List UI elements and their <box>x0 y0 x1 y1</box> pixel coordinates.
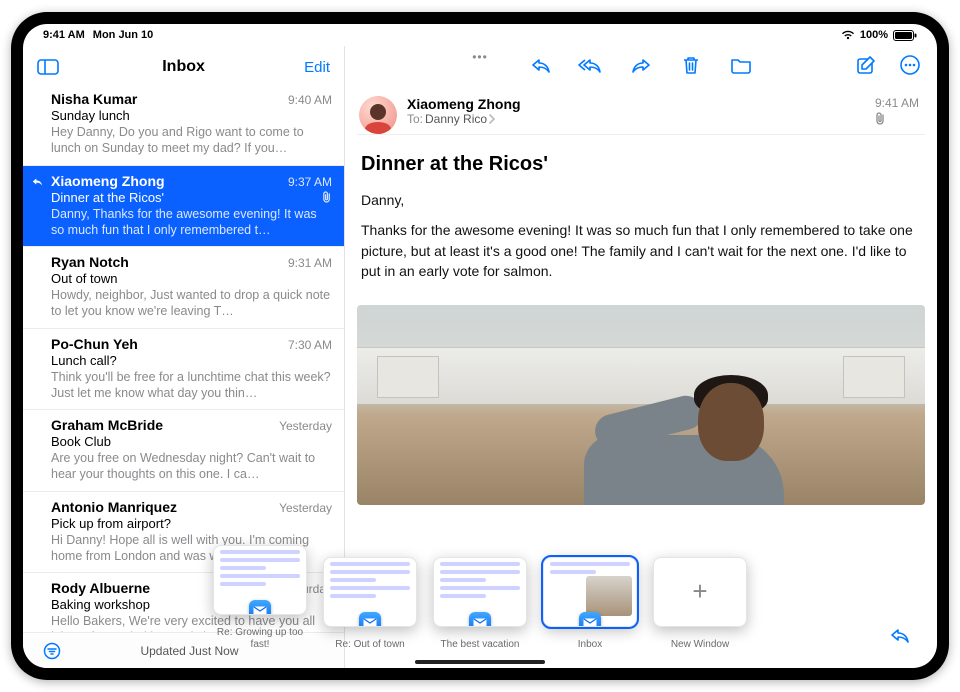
battery-icon <box>893 30 917 41</box>
mail-time: Yesterday <box>279 501 332 515</box>
mail-time: 9:40 AM <box>288 93 332 107</box>
move-folder-icon[interactable] <box>726 50 756 80</box>
shelf-window[interactable]: Re: Growing up too fast! <box>213 545 307 650</box>
mail-preview: Hey Danny, Do you and Rigo want to come … <box>51 124 332 157</box>
forward-icon[interactable] <box>626 50 656 80</box>
window-thumbnail <box>433 557 527 627</box>
mail-item[interactable]: Xiaomeng Zhong 9:37 AM Dinner at the Ricos… <box>23 166 344 248</box>
message-toolbar <box>345 46 937 84</box>
mail-subject: Pick up from airport? <box>51 516 171 531</box>
attachment-icon <box>322 191 332 203</box>
shelf-window[interactable]: Inbox <box>543 557 637 651</box>
mail-subject: Dinner at the Ricos' <box>51 190 164 205</box>
mail-item[interactable]: Graham McBride Yesterday Book ClubAre you … <box>23 410 344 492</box>
mail-preview: Think you'll be free for a lunchtime cha… <box>51 369 332 402</box>
recipient-line[interactable]: To: Danny Rico <box>407 112 865 126</box>
message-text: Thanks for the awesome evening! It was s… <box>361 220 921 281</box>
message-body: Danny, Thanks for the awesome evening! I… <box>357 182 925 291</box>
mail-sender: Graham McBride <box>51 417 163 433</box>
window-thumbnail <box>543 557 637 627</box>
sidebar-toggle-icon[interactable] <box>33 52 63 82</box>
mail-preview: Howdy, neighbor, Just wanted to drop a q… <box>51 287 332 320</box>
mail-time: Yesterday <box>279 419 332 433</box>
shelf-window-label: The best vacation <box>441 639 520 651</box>
plus-icon: + <box>653 557 747 627</box>
mail-app-badge-icon <box>359 612 381 627</box>
shelf-window-label: New Window <box>671 639 729 651</box>
mail-item[interactable]: Ryan Notch 9:31 AM Out of townHowdy, neigh… <box>23 247 344 329</box>
shelf-window[interactable]: Re: Out of town <box>323 557 417 651</box>
wifi-icon <box>841 30 855 40</box>
home-indicator[interactable] <box>415 660 545 664</box>
attached-photo[interactable] <box>357 305 925 505</box>
edit-button[interactable]: Edit <box>304 59 330 76</box>
message-subject: Dinner at the Ricos' <box>357 135 925 182</box>
mail-sender: Xiaomeng Zhong <box>51 173 165 189</box>
attachment-icon <box>875 112 919 125</box>
compose-icon[interactable] <box>851 50 881 80</box>
mail-subject: Sunday lunch <box>51 108 130 123</box>
replied-icon <box>31 176 44 187</box>
recipient-name: Danny Rico <box>425 112 487 126</box>
more-icon[interactable] <box>895 50 925 80</box>
mail-time: 7:30 AM <box>288 338 332 352</box>
mail-sender: Rody Albuerne <box>51 580 150 596</box>
window-thumbnail <box>323 557 417 627</box>
shelf-window-label: Re: Growing up too fast! <box>213 627 307 650</box>
mail-app-badge-icon <box>579 612 601 627</box>
mail-item[interactable]: Po-Chun Yeh 7:30 AM Lunch call?Think you'l… <box>23 329 344 411</box>
message-time: 9:41 AM <box>875 96 919 110</box>
mail-subject: Book Club <box>51 434 111 449</box>
mail-time: 9:37 AM <box>288 175 332 189</box>
message-header[interactable]: Xiaomeng Zhong To: Danny Rico 9:41 AM <box>357 90 925 135</box>
status-bar: 9:41 AM Mon Jun 10 100% <box>23 24 937 46</box>
mail-subject: Baking workshop <box>51 597 150 612</box>
mail-item[interactable]: Nisha Kumar 9:40 AM Sunday lunchHey Danny,… <box>23 84 344 166</box>
mail-app-badge-icon <box>249 600 271 615</box>
new-window-button[interactable]: + New Window <box>653 557 747 651</box>
mail-preview: Are you free on Wednesday night? Can't w… <box>51 450 332 483</box>
mail-preview: Danny, Thanks for the awesome evening! I… <box>51 206 332 239</box>
filter-icon[interactable] <box>37 636 67 666</box>
sender-avatar[interactable] <box>359 96 397 134</box>
reply-all-icon[interactable] <box>576 50 606 80</box>
status-date: Mon Jun 10 <box>93 29 154 41</box>
mail-subject: Out of town <box>51 271 117 286</box>
mail-sender: Nisha Kumar <box>51 91 137 107</box>
status-time: 9:41 AM <box>43 29 85 41</box>
trash-icon[interactable] <box>676 50 706 80</box>
shelf-window-label: Inbox <box>578 639 602 651</box>
mail-sender: Ryan Notch <box>51 254 129 270</box>
mail-time: 9:31 AM <box>288 256 332 270</box>
window-thumbnail <box>213 545 307 615</box>
shelf-window-label: Re: Out of town <box>335 639 404 651</box>
mail-subject: Lunch call? <box>51 353 117 368</box>
reply-shortcut-icon[interactable] <box>885 620 915 650</box>
shelf-window[interactable]: The best vacation <box>433 557 527 651</box>
to-label: To: <box>407 112 423 126</box>
mailbox-title: Inbox <box>162 58 205 76</box>
message-greeting: Danny, <box>361 190 921 210</box>
battery-pct: 100% <box>860 29 888 41</box>
mail-app-badge-icon <box>469 612 491 627</box>
mail-sender: Antonio Manriquez <box>51 499 177 515</box>
sender-name[interactable]: Xiaomeng Zhong <box>407 96 865 112</box>
app-shelf[interactable]: Re: Growing up too fast! Re: Out of town T… <box>197 537 763 654</box>
reply-icon[interactable] <box>526 50 556 80</box>
chevron-right-icon <box>489 114 496 124</box>
mail-sender: Po-Chun Yeh <box>51 336 138 352</box>
